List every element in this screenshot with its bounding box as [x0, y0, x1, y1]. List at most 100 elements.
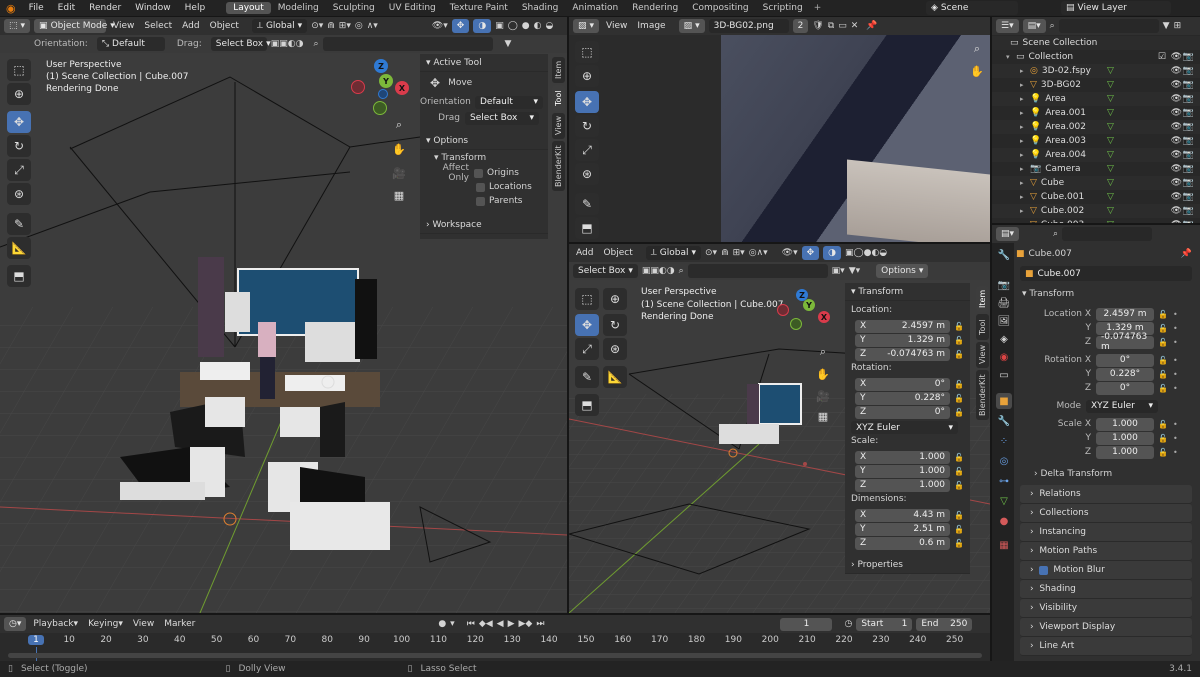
image-scale-tool[interactable]: ⤢ — [575, 139, 599, 161]
np-tab-blenderkit[interactable]: BlenderKit — [552, 141, 565, 191]
vr-dim-z-field[interactable]: Z 0.6 m — [855, 536, 951, 550]
expand-arrow-icon[interactable]: ▸ — [1020, 95, 1030, 103]
vr-visibility-icon[interactable]: 👁▾ — [782, 248, 798, 258]
vr-sync-icon[interactable]: ▣▾ — [832, 266, 845, 276]
active-tool-section[interactable]: ▾ Active Tool — [420, 54, 548, 72]
unlink-image-icon[interactable]: ✕ — [851, 21, 859, 31]
np-drag-dropdown[interactable]: Select Box ▾ — [465, 111, 539, 125]
expand-arrow-icon[interactable]: ▸ — [1020, 81, 1030, 89]
vr-tab-item[interactable]: Item — [976, 286, 989, 312]
menu-file[interactable]: File — [22, 3, 51, 13]
outliner-search-icon[interactable]: ⌕ — [1050, 21, 1055, 31]
vr-select-tool[interactable]: ⬚ — [575, 288, 599, 310]
modifier-tab-icon[interactable]: 🔧 — [996, 413, 1012, 429]
xray-icon[interactable]: ▣ — [495, 21, 504, 31]
physics-tab-icon[interactable]: ◎ — [996, 453, 1012, 469]
start-frame-field[interactable]: Start 1 — [856, 617, 913, 631]
object-name-field[interactable]: ■ Cube.007 — [1020, 266, 1192, 281]
keyframe-dot-icon[interactable]: • — [1173, 324, 1178, 333]
vr-pivot-icon[interactable]: ⊙▾ — [705, 248, 717, 258]
pin-properties-icon[interactable]: 📌 — [1181, 249, 1192, 259]
collapse-arrow-icon[interactable]: ▾ — [1006, 53, 1016, 61]
outliner-new-collection-icon[interactable]: ⊞ — [1174, 21, 1182, 31]
outliner-item[interactable]: ▸ ▽ Cube ▽ 👁 📷 — [992, 176, 1200, 190]
cursor-tool[interactable]: ⊕ — [7, 83, 31, 105]
lock-icon[interactable]: 🔓 — [1158, 356, 1168, 365]
outliner-display-mode[interactable]: ▤▾ — [1022, 19, 1046, 33]
proportional-edit-icon[interactable]: ◎ — [355, 21, 363, 31]
pan-hand-icon[interactable]: ✋ — [391, 141, 407, 157]
vr-move-tool[interactable]: ✥ — [575, 314, 599, 336]
object-tab-icon[interactable]: ■ — [996, 393, 1012, 409]
vr-zoom-icon[interactable]: ⌕ — [815, 344, 831, 360]
new-image-icon[interactable]: ⧉ — [828, 21, 834, 31]
annotate-tool[interactable]: ✎ — [7, 213, 31, 235]
tab-rendering[interactable]: Rendering — [625, 2, 685, 14]
section-motion-paths[interactable]: › Motion Paths — [1020, 542, 1192, 561]
vr-proportional-icon[interactable]: ◎∧▾ — [749, 248, 768, 258]
lock-icon[interactable]: 🔓 — [1158, 370, 1168, 379]
visibility-eye-icon[interactable]: 👁 — [1171, 150, 1182, 160]
outliner-item[interactable]: ▸ 💡 Area ▽ 👁 📷 — [992, 92, 1200, 106]
add-cube-tool[interactable]: ⬒ — [7, 265, 31, 287]
view-layer-selector[interactable]: ▤ View Layer — [1061, 1, 1171, 15]
section-shading[interactable]: › Shading — [1020, 580, 1192, 599]
np-orientation-dropdown[interactable]: Default ▾ — [475, 95, 543, 109]
lock-icon[interactable]: 🔓 — [1158, 384, 1168, 393]
rotation-mode-dropdown[interactable]: XYZ Euler ▾ — [1086, 399, 1158, 413]
camera-view-icon[interactable]: 🎥 — [391, 165, 407, 181]
vr-select-icons[interactable]: ▣▣◐◑ — [642, 266, 675, 276]
orientation-dropdown[interactable]: ⤡ Default — [96, 37, 165, 51]
visibility-eye-icon[interactable]: 👁 — [1171, 206, 1182, 216]
visibility-eye-icon[interactable]: 👁 — [1171, 178, 1182, 188]
collection-render-icon[interactable]: 📷 — [1183, 52, 1194, 62]
render-camera-icon[interactable]: 📷 — [1183, 80, 1194, 90]
vr-dim-x-field[interactable]: X 4.43 m — [855, 508, 951, 522]
image-sample-tool[interactable]: ⬒ — [575, 217, 599, 239]
menu-select[interactable]: Select — [141, 21, 175, 31]
vr-orientation-dropdown[interactable]: ⟂ Global ▾ — [645, 246, 702, 260]
mode-dropdown[interactable]: ▣ Object Mode ▾ — [34, 19, 115, 33]
rotation-y-field[interactable]: 0.228° — [1096, 367, 1154, 381]
render-camera-icon[interactable]: 📷 — [1183, 66, 1194, 76]
gizmo-toggle-icon[interactable]: ✥ — [451, 19, 470, 33]
jump-end-icon[interactable]: ⏭ — [536, 619, 544, 629]
vr-menu-add[interactable]: Add — [573, 248, 596, 258]
lock-icon[interactable]: 🔓 — [954, 322, 964, 331]
vr-cursor-tool[interactable]: ⊕ — [603, 288, 627, 310]
collection-eye-icon[interactable]: 👁 — [1171, 52, 1182, 62]
expand-arrow-icon[interactable]: ▸ — [1020, 179, 1030, 187]
expand-arrow-icon[interactable]: ▸ — [1020, 67, 1030, 75]
tab-uv-editing[interactable]: UV Editing — [382, 2, 443, 14]
properties-search-icon[interactable]: ⌕ — [1053, 229, 1058, 239]
outliner-item[interactable]: ▸ 💡 Area.001 ▽ 👁 📷 — [992, 106, 1200, 120]
render-camera-icon[interactable]: 📷 — [1183, 164, 1194, 174]
expand-arrow-icon[interactable]: ▸ — [1020, 207, 1030, 215]
shading-wire-icon[interactable]: ◯ — [508, 21, 518, 31]
timeline-menu-playback[interactable]: Playback▾ — [30, 619, 81, 629]
particles-tab-icon[interactable]: ⁘ — [996, 433, 1012, 449]
scale-z-field[interactable]: 1.000 — [1096, 445, 1154, 459]
vr-rotate-tool[interactable]: ↻ — [603, 314, 627, 336]
texture-tab-icon[interactable]: ▦ — [996, 537, 1012, 553]
locations-checkbox[interactable] — [476, 182, 485, 192]
ortho-grid-icon[interactable]: ▦ — [391, 187, 407, 203]
section-motion-blur[interactable]: › Motion Blur — [1020, 561, 1192, 580]
jump-start-icon[interactable]: ⏮ — [467, 619, 475, 629]
vr-add-cube-tool[interactable]: ⬒ — [575, 394, 599, 416]
drag-dropdown[interactable]: Select Box ▾ — [210, 37, 271, 51]
outliner-item[interactable]: ▸ ▽ 3D-BG02 ▽ 👁 📷 — [992, 78, 1200, 92]
image-editor-type-button[interactable]: ▨ ▾ — [573, 19, 600, 33]
motion-blur-checkbox[interactable] — [1039, 565, 1049, 575]
expand-arrow-icon[interactable]: ▸ — [1020, 165, 1030, 173]
tab-compositing[interactable]: Compositing — [685, 2, 755, 14]
lock-icon[interactable]: 🔓 — [954, 539, 964, 548]
visibility-eye-icon[interactable]: 👁 — [1171, 220, 1182, 223]
lock-icon[interactable]: 🔓 — [954, 394, 964, 403]
editor-type-button[interactable]: ⬚ ▾ — [4, 19, 31, 33]
play-reverse-icon[interactable]: ◀ — [497, 619, 504, 629]
lock-icon[interactable]: 🔓 — [1158, 448, 1168, 457]
select-box-tool[interactable]: ⬚ — [7, 59, 31, 81]
image-pan-icon[interactable]: ✋ — [969, 63, 985, 79]
gizmo-neg-y[interactable] — [373, 101, 387, 115]
